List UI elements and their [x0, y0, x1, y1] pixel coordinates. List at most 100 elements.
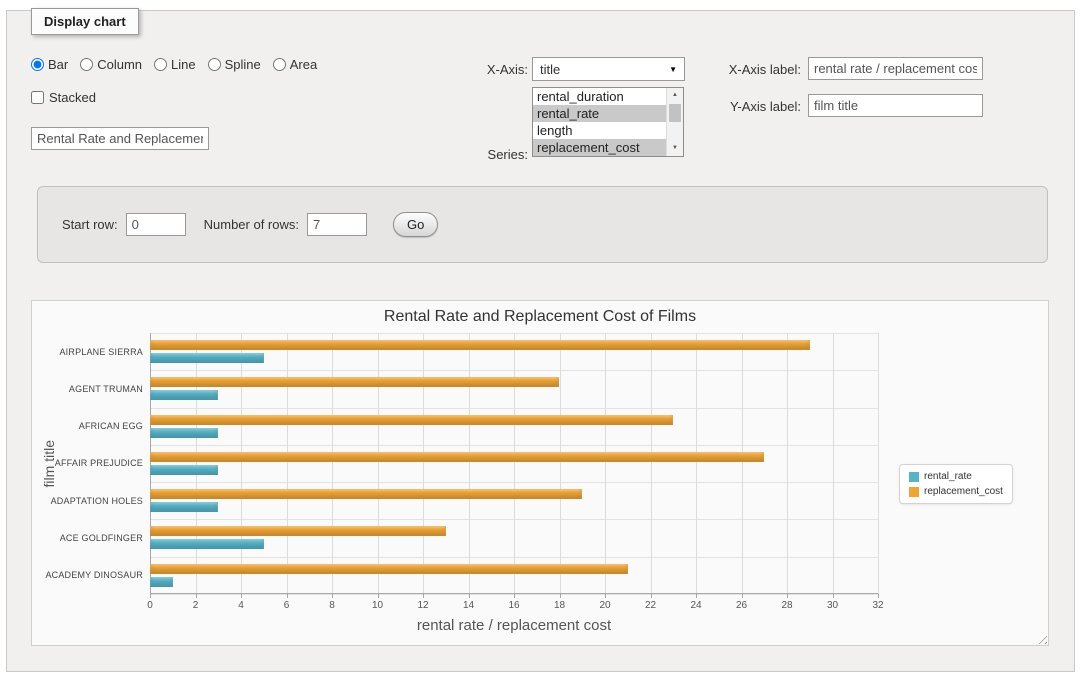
scroll-down-icon[interactable]: ▼ [667, 141, 683, 156]
display-chart-panel: Display chart Bar Column Line Spline Area St… [6, 10, 1075, 672]
chart-row-academy-dinosaur: ACADEMY DINOSAUR [150, 557, 878, 594]
chart-legend: rental_rate replacement_cost [899, 464, 1013, 504]
x-tick-label: 22 [645, 600, 656, 611]
tick-mark [287, 594, 288, 598]
x-axis-select-label: X-Axis: [437, 62, 528, 77]
series-scrollbar[interactable]: ▲ ▼ [666, 88, 683, 156]
panel-title: Display chart [31, 8, 139, 35]
x-axis-label-input[interactable] [808, 57, 983, 80]
category-label: ACE GOLDFINGER [60, 533, 143, 543]
series-option-replacement_cost[interactable]: replacement_cost [533, 139, 666, 156]
bar-replacement_cost [150, 452, 764, 462]
chart-type-radio-line[interactable] [154, 58, 167, 71]
category-label: AIRPLANE SIERRA [59, 347, 143, 357]
chart-rows: AIRPLANE SIERRAAGENT TRUMANAFRICAN EGGAF… [150, 333, 878, 594]
stacked-option[interactable]: Stacked [31, 90, 96, 105]
x-tick-label: 2 [193, 600, 199, 611]
scrollbar-thumb[interactable] [669, 104, 681, 122]
x-axis-ticks: 02468101214161820222426283032 [150, 594, 878, 616]
x-tick-label: 20 [599, 600, 610, 611]
x-axis-title: rental rate / replacement cost [150, 617, 878, 634]
bar-rental_rate [150, 577, 173, 587]
chart-row-airplane-sierra: AIRPLANE SIERRA [150, 333, 878, 370]
chevron-down-icon: ▼ [669, 65, 677, 74]
tick-mark [378, 594, 379, 598]
tick-mark [560, 594, 561, 598]
category-label: AFFAIR PREJUDICE [55, 458, 143, 468]
y-axis-label-caption: Y-Axis label: [683, 99, 801, 114]
x-axis-label-caption: X-Axis label: [683, 62, 801, 77]
num-rows-input[interactable] [307, 213, 367, 236]
tick-mark [514, 594, 515, 598]
x-tick-label: 10 [372, 600, 383, 611]
chart-type-radio-column[interactable] [80, 58, 93, 71]
chart-type-option-label: Bar [48, 57, 68, 72]
legend-swatch [909, 472, 919, 482]
tick-mark [742, 594, 743, 598]
start-row-input[interactable] [126, 213, 186, 236]
chart-type-radio-spline[interactable] [208, 58, 221, 71]
x-tick-label: 6 [284, 600, 290, 611]
x-tick-label: 14 [463, 600, 474, 611]
chart-title: Rental Rate and Replacement Cost of Film… [32, 308, 1048, 326]
scroll-up-icon[interactable]: ▲ [667, 88, 683, 103]
tick-mark [878, 594, 879, 598]
chart-row-african-egg: AFRICAN EGG [150, 408, 878, 445]
bar-rental_rate [150, 428, 218, 438]
chart-type-radios: Bar Column Line Spline Area [31, 57, 317, 72]
series-listbox[interactable]: rental_durationrental_ratelengthreplacem… [532, 87, 684, 157]
chart-type-option-area[interactable]: Area [273, 57, 317, 72]
x-tick-label: 0 [147, 600, 153, 611]
chart-type-option-label: Spline [225, 57, 261, 72]
chart-row-adaptation-holes: ADAPTATION HOLES [150, 482, 878, 519]
tick-mark [196, 594, 197, 598]
tick-mark [332, 594, 333, 598]
stacked-checkbox[interactable] [31, 91, 44, 104]
bar-replacement_cost [150, 377, 559, 387]
legend-entry-replacement_cost[interactable]: replacement_cost [909, 486, 1003, 497]
scrollbar-track[interactable] [667, 103, 683, 141]
series-option-length[interactable]: length [533, 122, 666, 139]
bar-rental_rate [150, 539, 264, 549]
tick-mark [833, 594, 834, 598]
num-rows-label: Number of rows: [204, 217, 299, 232]
bar-rental_rate [150, 390, 218, 400]
chart-type-option-bar[interactable]: Bar [31, 57, 68, 72]
x-tick-label: 30 [827, 600, 838, 611]
tick-mark [651, 594, 652, 598]
row-range-panel: Start row: Number of rows: Go [37, 186, 1048, 263]
x-tick-label: 26 [736, 600, 747, 611]
legend-entry-rental_rate[interactable]: rental_rate [909, 471, 1003, 482]
legend-label: rental_rate [924, 471, 972, 482]
go-button[interactable]: Go [393, 212, 438, 237]
x-tick-label: 18 [554, 600, 565, 611]
category-label: AGENT TRUMAN [69, 384, 143, 394]
resize-handle-icon[interactable] [1035, 632, 1047, 644]
category-label: ACADEMY DINOSAUR [45, 570, 143, 580]
y-axis-label-input[interactable] [808, 94, 983, 117]
x-axis-select[interactable]: title ▼ [532, 57, 685, 81]
chart-row-ace-goldfinger: ACE GOLDFINGER [150, 519, 878, 556]
stacked-label: Stacked [49, 90, 96, 105]
bar-replacement_cost [150, 415, 673, 425]
chart-type-option-spline[interactable]: Spline [208, 57, 261, 72]
plot-area: AIRPLANE SIERRAAGENT TRUMANAFRICAN EGGAF… [150, 333, 878, 594]
x-axis-selected-value: title [540, 62, 560, 77]
x-tick-label: 32 [872, 600, 883, 611]
series-option-rental_duration[interactable]: rental_duration [533, 88, 666, 105]
chart-type-radio-bar[interactable] [31, 58, 44, 71]
tick-mark [696, 594, 697, 598]
bar-replacement_cost [150, 564, 628, 574]
chart-type-option-line[interactable]: Line [154, 57, 196, 72]
chart-title-input[interactable] [31, 127, 209, 150]
chart-type-option-label: Line [171, 57, 196, 72]
tick-mark [150, 594, 151, 598]
chart-type-option-column[interactable]: Column [80, 57, 142, 72]
bar-replacement_cost [150, 489, 582, 499]
tick-mark [787, 594, 788, 598]
legend-swatch [909, 487, 919, 497]
series-option-rental_rate[interactable]: rental_rate [533, 105, 666, 122]
chart-type-radio-area[interactable] [273, 58, 286, 71]
tick-mark [241, 594, 242, 598]
chart-row-agent-truman: AGENT TRUMAN [150, 370, 878, 407]
